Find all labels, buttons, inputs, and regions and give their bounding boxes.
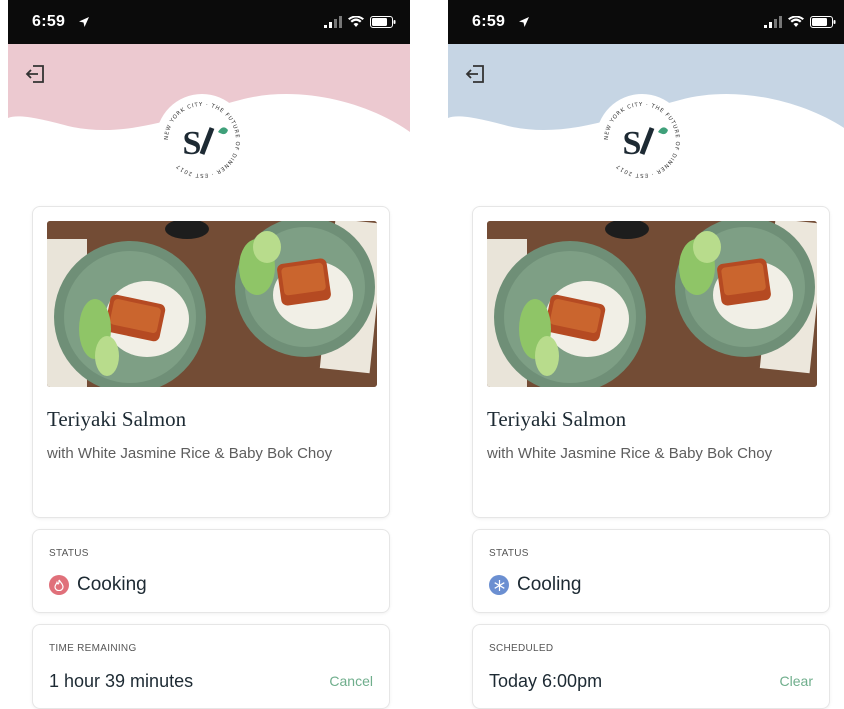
status-caption: STATUS [49, 548, 89, 559]
svg-text:S: S [623, 125, 642, 162]
status-value: Cooking [77, 574, 147, 595]
status-time: 6:59 [32, 13, 66, 30]
meal-photo [487, 221, 817, 387]
meal-card[interactable]: Teriyaki Salmon with White Jasmine Rice … [472, 206, 830, 518]
status-bar: 6:59 [448, 0, 844, 44]
scheduled-value: Today 6:00pm [489, 671, 603, 691]
battery-icon [370, 16, 396, 28]
status-time: 6:59 [472, 13, 506, 30]
status-value: Cooling [517, 574, 582, 595]
time-remaining-card: TIME REMAINING 1 hour 39 minutes Cancel [32, 624, 390, 709]
meal-title: Teriyaki Salmon [487, 407, 627, 431]
brand-seal-logo: NEW YORK CITY · THE FUTURE OF DINNER · E… [596, 94, 688, 186]
signal-icon [764, 16, 782, 28]
time-caption: TIME REMAINING [49, 643, 137, 654]
meal-subtitle: with White Jasmine Rice & Baby Bok Choy [47, 445, 333, 462]
cancel-button[interactable]: Cancel [329, 673, 373, 689]
meal-subtitle: with White Jasmine Rice & Baby Bok Choy [487, 445, 773, 462]
signal-icon [324, 16, 342, 28]
status-card: STATUS Cooling [472, 529, 830, 613]
status-row: Cooking [49, 574, 147, 596]
clear-button[interactable]: Clear [780, 673, 813, 689]
meal-card[interactable]: Teriyaki Salmon with White Jasmine Rice … [32, 206, 390, 518]
wifi-icon [348, 16, 364, 27]
svg-text:S: S [183, 125, 202, 162]
location-arrow-icon [519, 17, 529, 27]
scheduled-card: SCHEDULED Today 6:00pm Clear [472, 624, 830, 709]
meal-title: Teriyaki Salmon [47, 407, 187, 431]
battery-icon [810, 16, 836, 28]
status-card: STATUS Cooking [32, 529, 390, 613]
status-row: Cooling [489, 574, 581, 596]
phone-screen-cooling: 6:59 NEW YORK CITY · THE FUTURE OF DINNE… [448, 0, 844, 709]
location-arrow-icon [79, 17, 89, 27]
wifi-icon [788, 16, 804, 27]
phone-screen-cooking: 6:59 NEW YORK CITY · THE FUTURE OF DINNE… [8, 0, 410, 709]
time-value: 1 hour 39 minutes [49, 671, 194, 691]
flame-icon [49, 575, 69, 595]
status-bar: 6:59 [8, 0, 410, 44]
status-caption: STATUS [489, 548, 529, 559]
brand-seal-logo: NEW YORK CITY · THE FUTURE OF DINNER · E… [156, 94, 248, 186]
logout-icon[interactable] [464, 62, 488, 86]
scheduled-caption: SCHEDULED [489, 643, 554, 654]
meal-photo [47, 221, 377, 387]
header-banner: NEW YORK CITY · THE FUTURE OF DINNER · E… [448, 44, 844, 204]
snowflake-icon [489, 575, 509, 595]
logout-icon[interactable] [24, 62, 48, 86]
header-banner: NEW YORK CITY · THE FUTURE OF DINNER · E… [8, 44, 410, 204]
